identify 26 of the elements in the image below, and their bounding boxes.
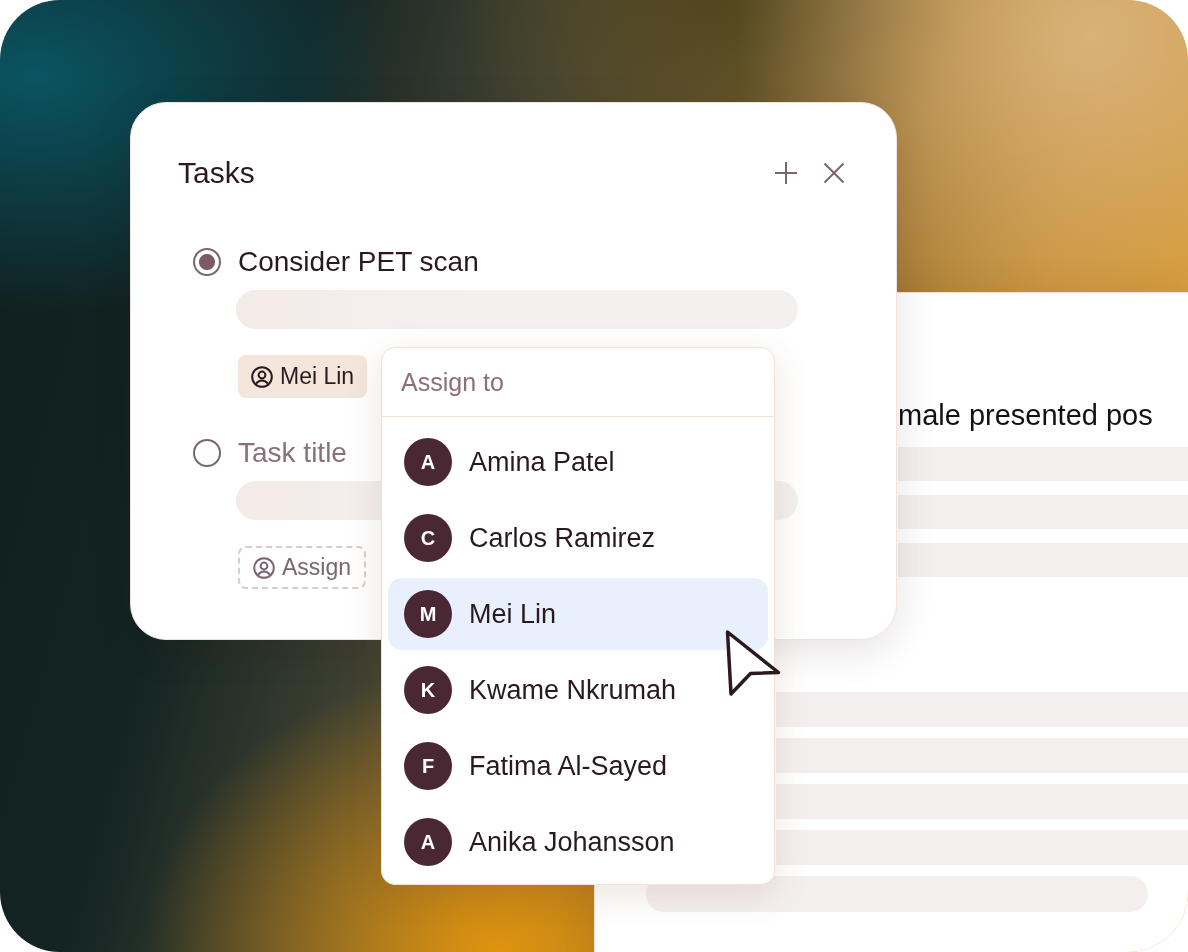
person-option[interactable]: F Fatima Al-Sayed [388,730,768,802]
avatar: F [404,742,452,790]
search-field[interactable]: Assign to [382,348,774,417]
assignee-chip[interactable]: Mei Lin [238,355,368,398]
description-field[interactable] [236,290,798,329]
avatar: K [404,666,452,714]
person-option[interactable]: A Amina Patel [388,426,768,498]
panel-title: Tasks [178,156,255,190]
avatar: M [404,590,452,638]
task-title: Consider PET scan [238,246,479,278]
document-text: male presented pos [898,398,1153,433]
user-icon [253,556,275,579]
avatar: C [404,514,452,562]
assignee-chip[interactable]: Assign [238,546,367,589]
task-title-placeholder[interactable]: Task title [238,437,347,469]
person-option[interactable]: M Mei Lin [388,578,768,650]
user-icon [251,365,273,388]
radio-button[interactable] [193,439,221,467]
radio-button[interactable] [193,248,221,276]
person-option[interactable]: C Carlos Ramirez [388,502,768,574]
person-option[interactable]: K Kwame Nkrumah [388,654,768,726]
plus-icon[interactable] [774,161,798,185]
close-icon[interactable] [823,162,845,184]
avatar: A [404,818,452,866]
avatar: A [404,438,452,486]
person-option[interactable]: A Anika Johansson [388,806,768,878]
